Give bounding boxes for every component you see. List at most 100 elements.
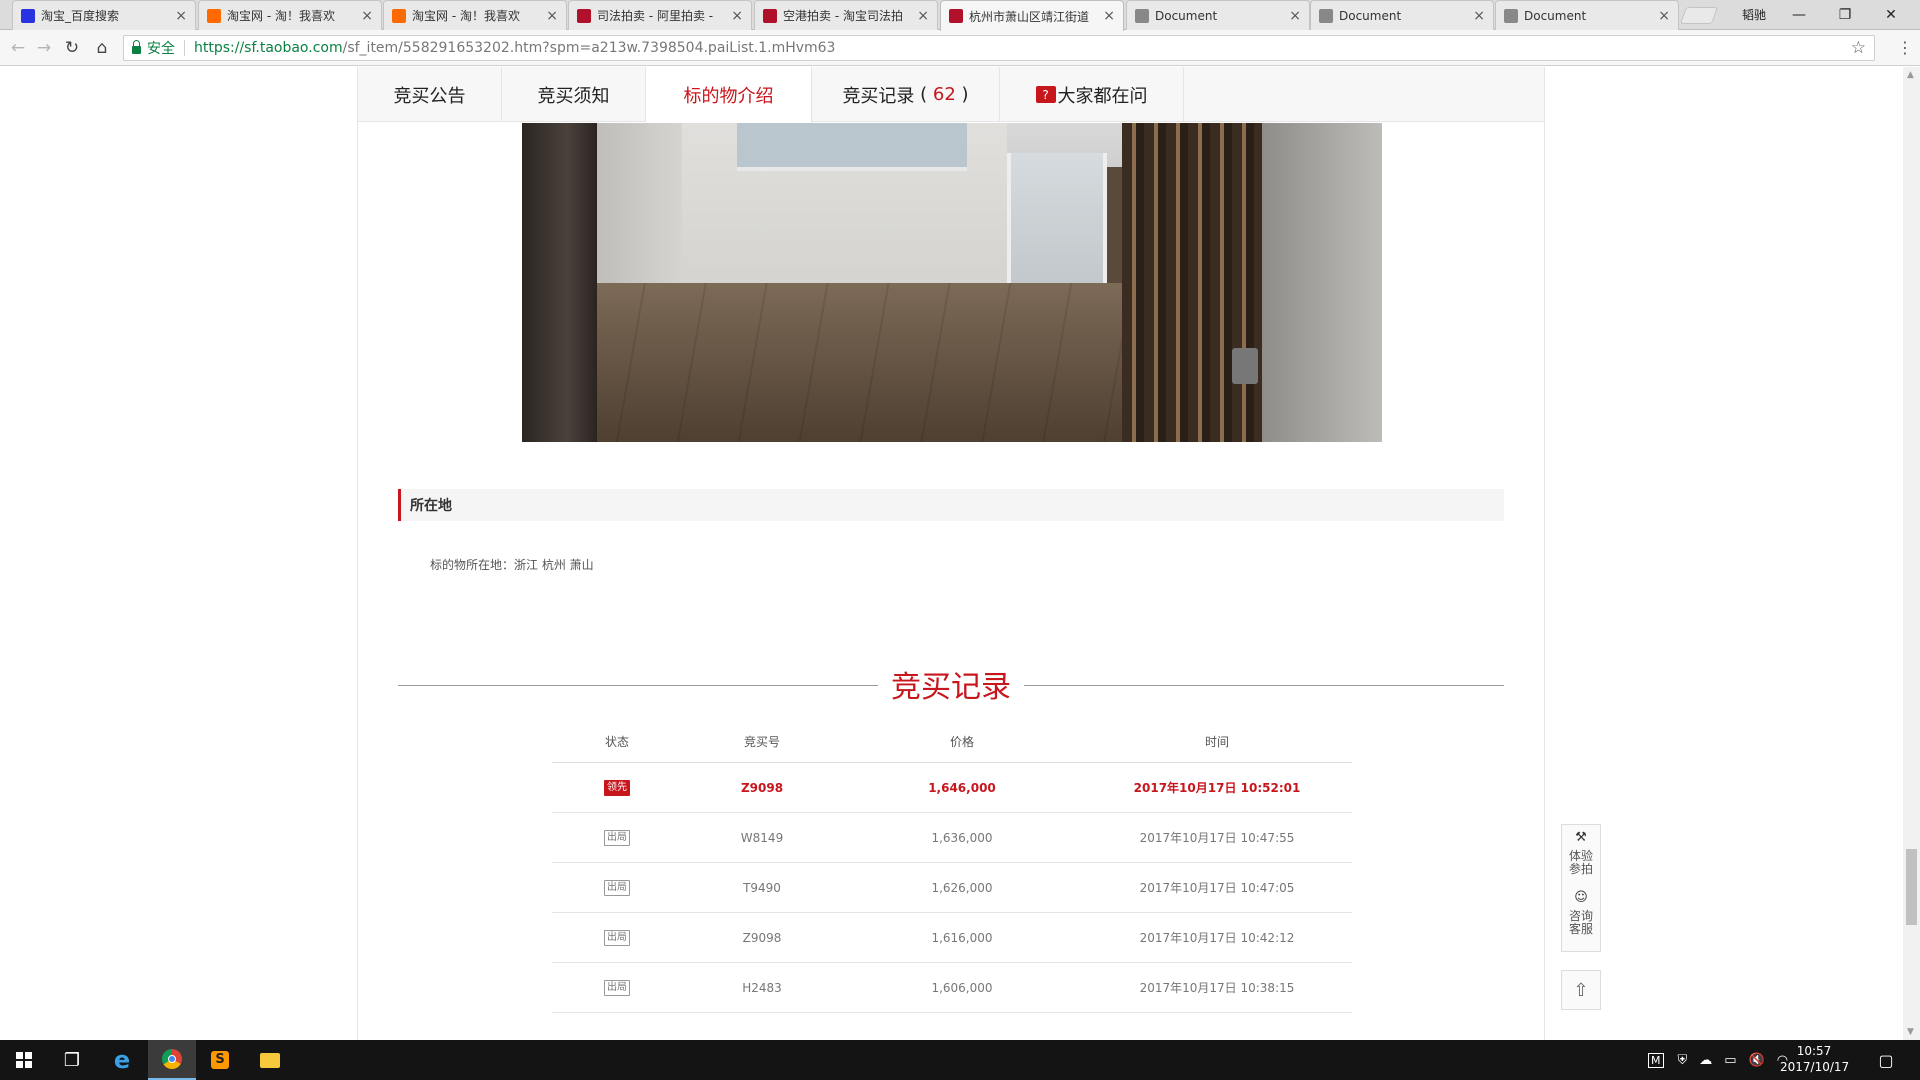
browser-tab[interactable]: 杭州市萧山区靖江街道 ×	[940, 0, 1124, 31]
secure-indicator[interactable]: 安全	[132, 38, 175, 58]
reload-icon[interactable]: ↻	[62, 38, 82, 58]
ali-auction-icon	[763, 8, 777, 23]
browser-tabstrip: 韬驰 — ❐ ✕ 淘宝_百度搜索 × 淘宝网 - 淘！我喜欢 × 淘宝网 - 淘！我喜欢…	[0, 0, 1920, 31]
address-bar[interactable]: 安全 https://sf.taobao.com/sf_item/5582916…	[123, 35, 1875, 61]
browser-tab[interactable]: 淘宝_百度搜索 ×	[12, 0, 196, 30]
table-row: 出局 T9490 1,626,000 2017年10月17日 10:47:05	[552, 863, 1352, 913]
price-cell: 1,636,000	[931, 830, 993, 845]
windows-logo-icon	[16, 1052, 32, 1068]
tab-close-icon[interactable]: ×	[1473, 8, 1485, 24]
browser-tab[interactable]: Document ×	[1310, 0, 1494, 30]
tab-announcement[interactable]: 竞买公告	[358, 67, 502, 122]
restore-button[interactable]: ❐	[1822, 0, 1868, 30]
chrome-taskbar-button[interactable]	[148, 1040, 196, 1080]
tab-item-intro[interactable]: 标的物介绍	[646, 67, 812, 123]
new-tab-button[interactable]	[1679, 7, 1719, 24]
status-badge: 领先	[604, 779, 630, 796]
lock-icon	[132, 40, 141, 54]
table-row: 出局 Z9098 1,616,000 2017年10月17日 10:42:12	[552, 913, 1352, 963]
taskbar-clock[interactable]: 10:57 2017/10/17	[1780, 1043, 1849, 1075]
customer-service-label: 咨询 客服	[1568, 909, 1593, 936]
browser-tab[interactable]: 淘宝网 - 淘！我喜欢 ×	[383, 0, 567, 30]
tab-close-icon[interactable]: ×	[361, 8, 373, 24]
shield-icon[interactable]: ⛨	[1678, 1053, 1688, 1068]
section-heading-location: 所在地	[398, 489, 1504, 521]
browser-tab[interactable]: 司法拍卖 - 阿里拍卖 - ×	[568, 0, 752, 30]
close-window-button[interactable]: ✕	[1868, 0, 1914, 30]
tab-title: Document	[1524, 8, 1587, 23]
document-icon	[1504, 8, 1518, 23]
price-cell: 1,626,000	[931, 880, 993, 895]
scroll-down-arrow-icon[interactable]: ▼	[1907, 1027, 1914, 1037]
gavel-icon: ⚒	[1575, 830, 1587, 845]
tab-close-icon[interactable]: ×	[546, 8, 558, 24]
back-arrow-icon[interactable]: ←	[8, 38, 28, 58]
bid-count: 62	[932, 84, 956, 105]
scroll-up-arrow-icon[interactable]: ▲	[1907, 70, 1914, 80]
tab-close-icon[interactable]: ×	[175, 8, 187, 24]
document-icon	[1135, 8, 1149, 23]
status-badge: 出局	[604, 929, 630, 946]
bidder-cell: Z9098	[740, 780, 784, 795]
forward-arrow-icon[interactable]: →	[34, 38, 54, 58]
tab-faq[interactable]: ? 大家都在问	[1000, 67, 1184, 122]
table-row: 领先 Z9098 1,646,000 2017年10月17日 10:52:01	[552, 763, 1352, 813]
price-cell: 1,606,000	[931, 980, 993, 995]
tab-notice[interactable]: 竞买须知	[502, 67, 646, 122]
back-to-top-button[interactable]: ⇧	[1561, 970, 1601, 1010]
tab-label: 大家都在问	[1057, 85, 1148, 107]
explorer-taskbar-button[interactable]	[246, 1040, 294, 1080]
task-view-button[interactable]: ❐	[48, 1040, 96, 1080]
bookmark-star-icon[interactable]: ☆	[1851, 38, 1866, 58]
tab-bid-records[interactable]: 竞买记录 ( 62 )	[812, 67, 1000, 122]
browser-tab[interactable]: 空港拍卖 - 淘宝司法拍 ×	[754, 0, 938, 30]
tab-close-icon[interactable]: ×	[731, 8, 743, 24]
bidder-cell: H2483	[742, 980, 782, 995]
profile-chip[interactable]: 韬驰	[1742, 6, 1766, 23]
browser-toolbar: ← → ↻ ⌂ 安全 https://sf.taobao.com/sf_item…	[0, 30, 1920, 66]
battery-icon[interactable]: ▭	[1724, 1053, 1736, 1068]
time-cell: 2017年10月17日 10:47:05	[1139, 881, 1295, 895]
trial-bid-button[interactable]: ⚒ 体验 参拍	[1562, 831, 1600, 876]
time-cell: 2017年10月17日 10:52:01	[1133, 781, 1301, 795]
notifications-button[interactable]: ▢	[1862, 1040, 1910, 1080]
tab-close-icon[interactable]: ×	[1103, 8, 1115, 24]
clock-time: 10:57	[1796, 1044, 1832, 1058]
document-icon	[1319, 8, 1333, 23]
page-viewport: 竞买公告 竞买须知 标的物介绍 竞买记录 ( 62 ) ?大家都在问 所在地	[0, 67, 1903, 1040]
tab-close-icon[interactable]: ×	[1658, 8, 1670, 24]
sublime-taskbar-button[interactable]: S	[196, 1040, 244, 1080]
tab-title: 空港拍卖 - 淘宝司法拍	[783, 9, 903, 23]
browser-tab[interactable]: Document ×	[1495, 0, 1679, 30]
tray-app-letter[interactable]: M	[1648, 1052, 1664, 1068]
volume-muted-icon[interactable]: 🔇	[1749, 1053, 1765, 1068]
tab-close-icon[interactable]: ×	[1289, 8, 1301, 24]
tab-close-icon[interactable]: ×	[917, 8, 929, 24]
task-view-icon: ❐	[63, 1049, 81, 1071]
browser-tab[interactable]: 淘宝网 - 淘！我喜欢 ×	[198, 0, 382, 30]
secure-label: 安全	[147, 41, 175, 57]
column-header-status: 状态	[604, 734, 629, 749]
tab-title: 淘宝_百度搜索	[41, 9, 120, 23]
tab-label: 竞买须知	[537, 85, 610, 107]
system-tray: M ⛨ ☁ ▭ 🔇 ◠	[1648, 1040, 1798, 1080]
tab-title: 淘宝网 - 淘！我喜欢	[227, 9, 335, 23]
browser-menu-icon[interactable]: ⋮	[1897, 38, 1913, 57]
customer-service-button[interactable]: ☺ 咨询 客服	[1562, 891, 1600, 936]
float-service-panel: ⚒ 体验 参拍 ☺ 咨询 客服	[1561, 824, 1601, 952]
home-icon[interactable]: ⌂	[92, 38, 112, 58]
arrow-up-icon: ⇧	[1573, 979, 1589, 1001]
cloud-icon[interactable]: ☁	[1699, 1053, 1712, 1068]
minimize-button[interactable]: —	[1776, 0, 1822, 30]
vertical-scrollbar[interactable]: ▲ ▼	[1903, 67, 1920, 1040]
url-path: /sf_item/558291653202.htm?spm=a213w.7398…	[342, 40, 836, 56]
time-cell: 2017年10月17日 10:38:15	[1139, 981, 1295, 995]
start-button[interactable]	[0, 1040, 48, 1080]
bidder-cell: Z9098	[742, 930, 782, 945]
status-cell: 出局	[552, 963, 682, 1012]
bidder-cell: W8149	[740, 830, 784, 845]
status-badge: 出局	[604, 829, 630, 846]
scroll-thumb[interactable]	[1906, 849, 1917, 925]
browser-tab[interactable]: Document ×	[1126, 0, 1310, 30]
ie-taskbar-button[interactable]: e	[98, 1040, 146, 1080]
